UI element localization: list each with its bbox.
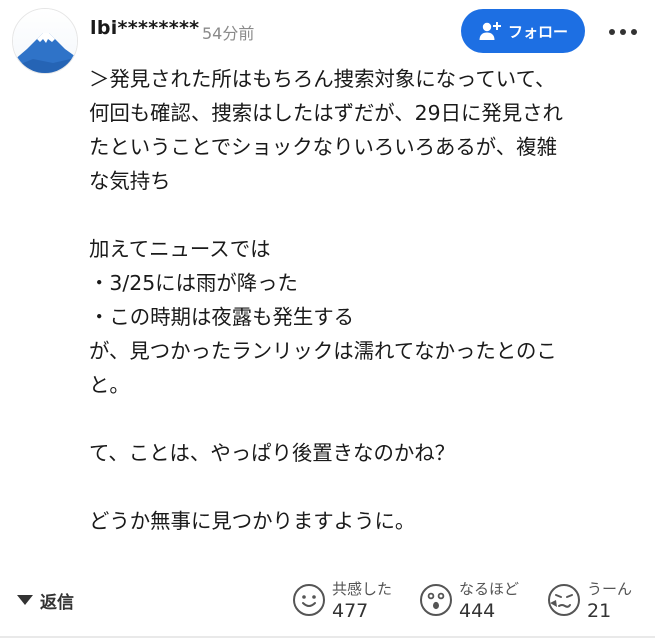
- comment-line: と。: [89, 373, 130, 397]
- comment-line: ・この時期は夜露も発生する: [89, 305, 355, 329]
- follow-label: フォロー: [507, 22, 568, 41]
- reaction-naruhodo-button[interactable]: なるほど 444: [419, 574, 519, 626]
- reply-button[interactable]: 返信: [16, 586, 74, 614]
- more-options-button[interactable]: [604, 14, 642, 50]
- reaction-label: なるほど: [459, 580, 520, 598]
- comment-text: ＞発見された所はもちろん捜索対象になっていて、 何回も確認、捜索はしたはずだが、…: [89, 62, 644, 538]
- comment-line: どうか無事に見つかりますように。: [89, 509, 416, 533]
- comment-line: が、見つかったランリックは濡れてなかったとのこ: [89, 339, 557, 363]
- comment-line: 加えてニュースでは: [89, 237, 271, 261]
- reply-label: 返信: [40, 592, 74, 613]
- comment-line: ・3/25には雨が降った: [89, 271, 298, 295]
- comment-line: 何回も確認、捜索はしたはずだが、29日に発見され: [89, 101, 563, 125]
- comment-line: な気持ち: [89, 169, 171, 193]
- comment-line: [89, 470, 644, 504]
- comment-line: [89, 402, 644, 436]
- reaction-count: 444: [459, 600, 496, 622]
- reaction-count: 477: [332, 600, 369, 622]
- reaction-label: うーん: [587, 580, 633, 598]
- author-name[interactable]: lbi********: [90, 17, 199, 39]
- reaction-count: 21: [587, 600, 612, 622]
- mountain-avatar-image: [13, 9, 77, 73]
- avatar[interactable]: [12, 8, 78, 74]
- comment-line: [89, 198, 644, 232]
- thinking-face-icon: [548, 584, 580, 616]
- smile-face-icon: [293, 584, 325, 616]
- post-time: 54分前: [202, 24, 255, 43]
- reaction-empathize-button[interactable]: 共感した 477: [292, 574, 392, 626]
- surprised-face-icon: [420, 584, 452, 616]
- add-user-icon: [478, 20, 502, 42]
- comment-line: たということでショックなりいろいろあるが、複雑: [89, 135, 557, 159]
- reaction-uun-button[interactable]: うーん 21: [547, 574, 632, 626]
- follow-button[interactable]: フォロー: [461, 9, 585, 53]
- more-dots-icon: [609, 29, 637, 35]
- reaction-label: 共感した: [332, 580, 393, 598]
- triangle-down-icon: [17, 595, 33, 605]
- comment-line: ＞発見された所はもちろん捜索対象になっていて、: [89, 67, 556, 91]
- comment-line: て、ことは、やっぱり後置きなのかね？: [89, 441, 456, 465]
